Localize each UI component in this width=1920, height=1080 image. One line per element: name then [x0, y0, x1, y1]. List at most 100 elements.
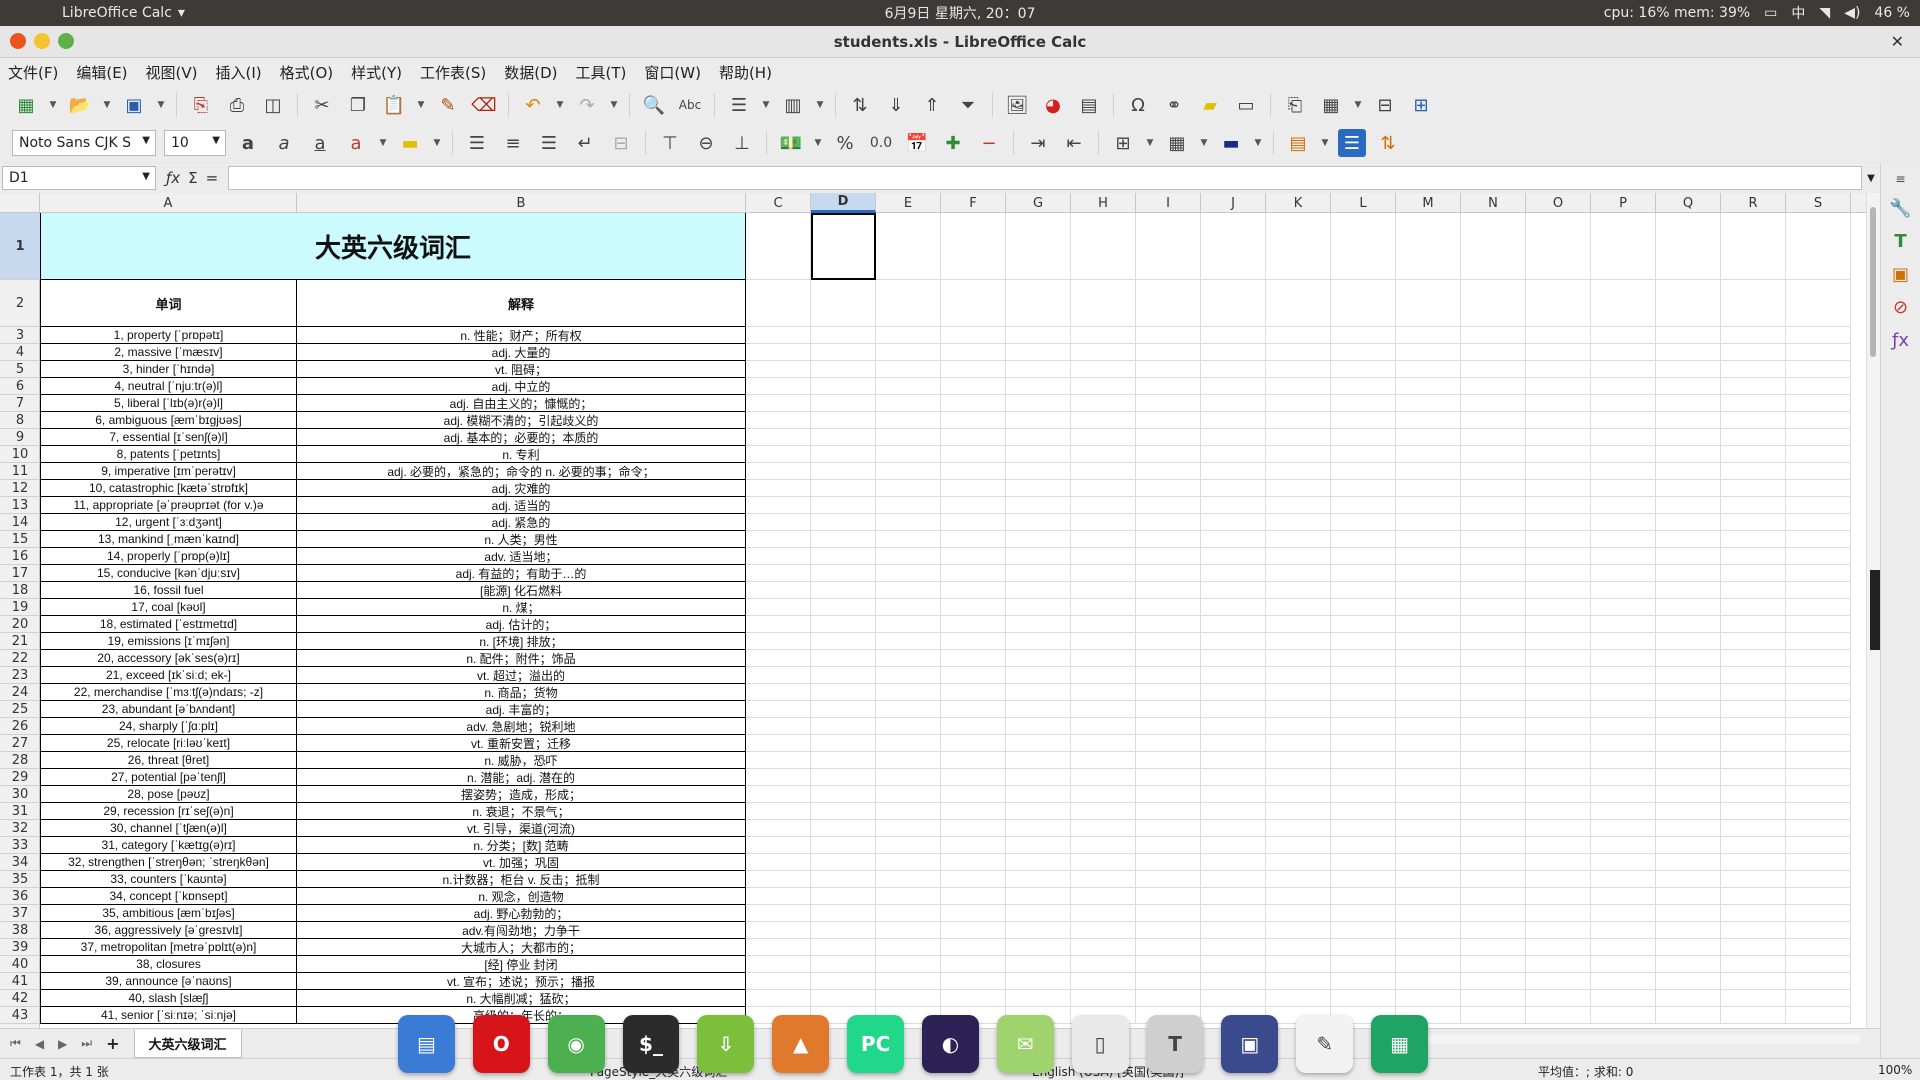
- empty-cell[interactable]: [1071, 684, 1136, 701]
- empty-cell[interactable]: [1396, 990, 1461, 1007]
- empty-cell[interactable]: [1266, 871, 1331, 888]
- empty-cell[interactable]: [1526, 514, 1591, 531]
- empty-cell[interactable]: [746, 735, 811, 752]
- empty-cell[interactable]: [1136, 871, 1201, 888]
- empty-cell[interactable]: [811, 888, 876, 905]
- empty-cell[interactable]: [1721, 956, 1786, 973]
- empty-cell[interactable]: [1461, 854, 1526, 871]
- empty-cell[interactable]: [811, 990, 876, 1007]
- empty-cell[interactable]: [1201, 463, 1266, 480]
- empty-cell[interactable]: [1721, 837, 1786, 854]
- empty-cell[interactable]: [1331, 327, 1396, 344]
- empty-cell[interactable]: [1266, 905, 1331, 922]
- window-close-button[interactable]: [10, 33, 26, 49]
- empty-cell[interactable]: [811, 871, 876, 888]
- row-header[interactable]: 3: [0, 327, 40, 344]
- empty-cell[interactable]: [1526, 786, 1591, 803]
- empty-cell[interactable]: [1786, 650, 1851, 667]
- empty-cell[interactable]: [941, 361, 1006, 378]
- empty-cell[interactable]: [1006, 905, 1071, 922]
- empty-cell[interactable]: [876, 616, 941, 633]
- empty-cell[interactable]: [811, 514, 876, 531]
- empty-cell[interactable]: [1201, 531, 1266, 548]
- empty-cell[interactable]: [876, 599, 941, 616]
- empty-cell[interactable]: [941, 395, 1006, 412]
- empty-cell[interactable]: [811, 735, 876, 752]
- empty-cell[interactable]: [746, 361, 811, 378]
- empty-cell[interactable]: [1071, 939, 1136, 956]
- empty-cell[interactable]: [1396, 548, 1461, 565]
- center-vertically-icon[interactable]: ⊖: [692, 129, 720, 157]
- empty-cell[interactable]: [1591, 973, 1656, 990]
- empty-cell[interactable]: [1136, 565, 1201, 582]
- empty-cell[interactable]: [1006, 344, 1071, 361]
- meaning-cell[interactable]: n. 人类；男性: [297, 531, 746, 548]
- row-header[interactable]: 4: [0, 344, 40, 361]
- empty-cell[interactable]: [876, 939, 941, 956]
- empty-cell[interactable]: [1071, 378, 1136, 395]
- row-header[interactable]: 5: [0, 361, 40, 378]
- hyperlink-icon[interactable]: ⚭: [1160, 91, 1188, 119]
- empty-cell[interactable]: [1526, 548, 1591, 565]
- empty-cell[interactable]: [1136, 429, 1201, 446]
- empty-cell[interactable]: [1656, 1007, 1721, 1024]
- empty-cell[interactable]: [1526, 429, 1591, 446]
- empty-cell[interactable]: [1136, 905, 1201, 922]
- empty-cell[interactable]: [941, 531, 1006, 548]
- empty-cell[interactable]: [1786, 837, 1851, 854]
- empty-cell[interactable]: [746, 820, 811, 837]
- empty-cell[interactable]: [1526, 820, 1591, 837]
- empty-cell[interactable]: [1786, 786, 1851, 803]
- headers-footers-icon[interactable]: ▭: [1232, 91, 1260, 119]
- empty-cell[interactable]: [1591, 616, 1656, 633]
- empty-cell[interactable]: [1006, 378, 1071, 395]
- empty-cell[interactable]: [1201, 803, 1266, 820]
- empty-cell[interactable]: [876, 990, 941, 1007]
- chevron-down-icon[interactable]: ▼: [416, 91, 426, 119]
- empty-cell[interactable]: [1071, 786, 1136, 803]
- word-cell[interactable]: 2, massive [ˈmæsɪv]: [40, 344, 297, 361]
- chevron-down-icon[interactable]: ▼: [142, 135, 150, 146]
- empty-cell[interactable]: [1461, 956, 1526, 973]
- empty-cell[interactable]: [876, 548, 941, 565]
- meaning-cell[interactable]: n. 观念，创造物: [297, 888, 746, 905]
- word-cell[interactable]: 1, property [ˈprɒpətɪ]: [40, 327, 297, 344]
- empty-cell[interactable]: [1396, 650, 1461, 667]
- empty-cell[interactable]: [1266, 565, 1331, 582]
- empty-cell[interactable]: [1461, 650, 1526, 667]
- empty-cell[interactable]: [1331, 565, 1396, 582]
- meaning-cell[interactable]: n. 配件；附件；饰品: [297, 650, 746, 667]
- empty-cell[interactable]: [1266, 735, 1331, 752]
- empty-cell[interactable]: [1526, 378, 1591, 395]
- word-cell[interactable]: 12, urgent [ˈɜːdʒənt]: [40, 514, 297, 531]
- meaning-cell[interactable]: n. 专利: [297, 446, 746, 463]
- empty-cell[interactable]: [1721, 213, 1786, 280]
- empty-cell[interactable]: [1591, 939, 1656, 956]
- empty-cell[interactable]: [1461, 429, 1526, 446]
- empty-cell[interactable]: [1656, 973, 1721, 990]
- empty-cell[interactable]: [746, 905, 811, 922]
- empty-cell[interactable]: [876, 650, 941, 667]
- empty-cell[interactable]: [1006, 531, 1071, 548]
- empty-cell[interactable]: [1331, 412, 1396, 429]
- empty-cell[interactable]: [1201, 939, 1266, 956]
- empty-cell[interactable]: [1461, 922, 1526, 939]
- empty-cell[interactable]: [1396, 412, 1461, 429]
- empty-cell[interactable]: [1396, 973, 1461, 990]
- empty-cell[interactable]: [1786, 633, 1851, 650]
- empty-cell[interactable]: [746, 854, 811, 871]
- empty-cell[interactable]: [1266, 990, 1331, 1007]
- empty-cell[interactable]: [941, 752, 1006, 769]
- empty-cell[interactable]: [876, 344, 941, 361]
- row-header[interactable]: 30: [0, 786, 40, 803]
- empty-cell[interactable]: [1201, 990, 1266, 1007]
- empty-cell[interactable]: [1786, 684, 1851, 701]
- empty-cell[interactable]: [1526, 616, 1591, 633]
- empty-cell[interactable]: [1461, 803, 1526, 820]
- empty-cell[interactable]: [1656, 854, 1721, 871]
- empty-cell[interactable]: [1266, 280, 1331, 327]
- empty-cell[interactable]: [1136, 718, 1201, 735]
- empty-cell[interactable]: [1331, 463, 1396, 480]
- empty-cell[interactable]: [941, 684, 1006, 701]
- empty-cell[interactable]: [1136, 803, 1201, 820]
